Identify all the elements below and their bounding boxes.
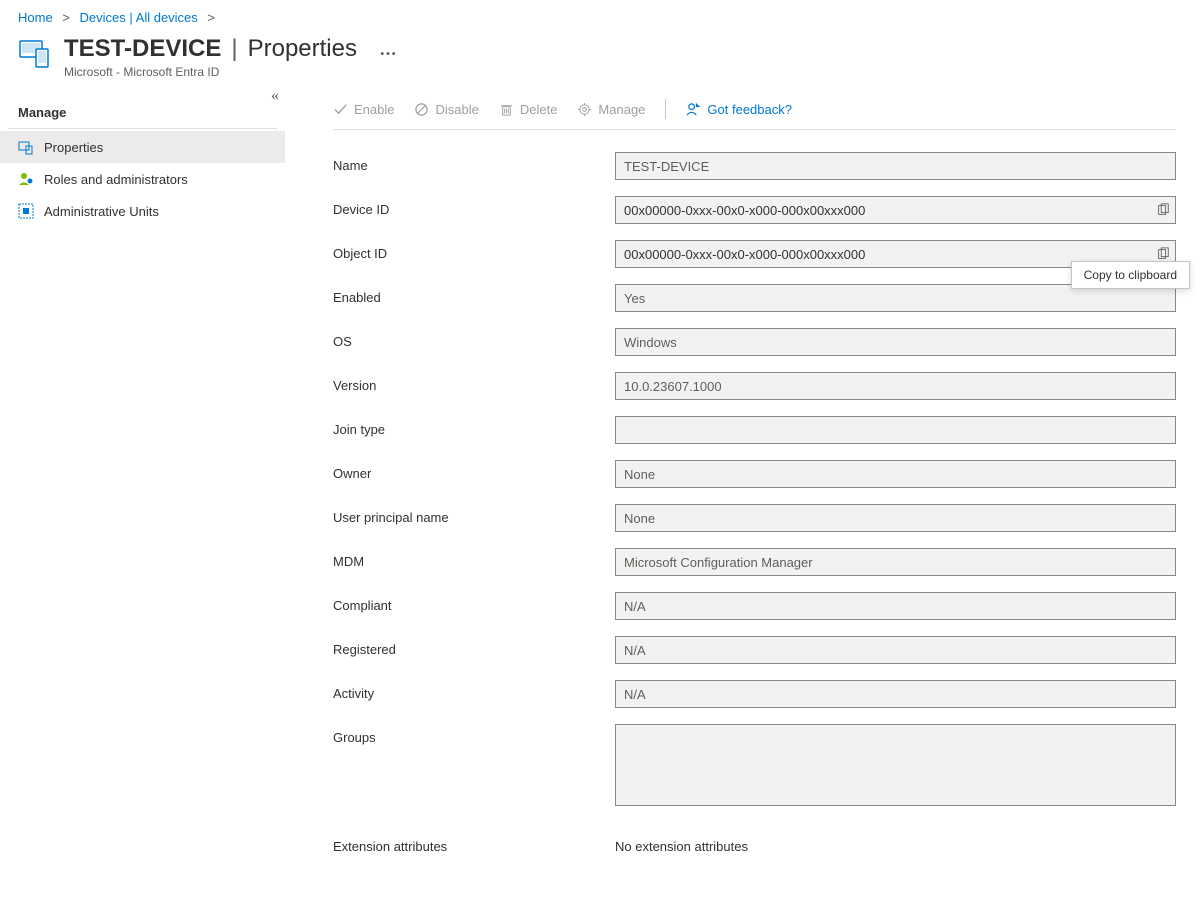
prop-row-groups: Groups (333, 724, 1176, 809)
prop-row-enabled: Enabled (333, 284, 1176, 312)
prop-row-activity: Activity (333, 680, 1176, 708)
sidebar-item-roles[interactable]: Roles and administrators (0, 163, 285, 195)
feedback-button[interactable]: Got feedback? (686, 102, 792, 117)
sidebar: « Manage Properties Roles and administra… (0, 89, 285, 894)
join-type-field[interactable] (615, 416, 1176, 444)
roles-icon (18, 171, 34, 187)
delete-button[interactable]: Delete (499, 102, 558, 117)
breadcrumb-sep: > (207, 10, 215, 25)
main-panel: Enable Disable Delete Manage Got feedbac… (285, 89, 1200, 894)
manage-button[interactable]: Manage (577, 102, 645, 117)
prop-row-upn: User principal name (333, 504, 1176, 532)
breadcrumb-sep: > (62, 10, 70, 25)
checkmark-icon (333, 102, 348, 117)
prohibit-icon (414, 102, 429, 117)
page-title-device: TEST-DEVICE (64, 35, 221, 63)
prop-label: Compliant (333, 592, 603, 613)
prop-label: Activity (333, 680, 603, 701)
prop-label: Extension attributes (333, 833, 603, 854)
trash-icon (499, 102, 514, 117)
prop-label: MDM (333, 548, 603, 569)
sidebar-divider (8, 128, 277, 129)
prop-row-compliant: Compliant (333, 592, 1176, 620)
feedback-icon (686, 102, 701, 117)
prop-label: Enabled (333, 284, 603, 305)
prop-label: Version (333, 372, 603, 393)
page-subtitle: Microsoft - Microsoft Entra ID (64, 65, 403, 79)
activity-field[interactable] (615, 680, 1176, 708)
prop-row-ext-attrs: Extension attributes No extension attrib… (333, 833, 1176, 854)
registered-field[interactable] (615, 636, 1176, 664)
prop-row-object-id: Object ID (333, 240, 1176, 268)
prop-label: User principal name (333, 504, 603, 525)
prop-label: Join type (333, 416, 603, 437)
upn-field[interactable] (615, 504, 1176, 532)
compliant-field[interactable] (615, 592, 1176, 620)
version-field[interactable] (615, 372, 1176, 400)
mdm-field[interactable] (615, 548, 1176, 576)
ext-attrs-value: No extension attributes (615, 833, 748, 854)
prop-label: Object ID (333, 240, 603, 261)
sidebar-item-admin-units[interactable]: Administrative Units (0, 195, 285, 227)
page-header: TEST-DEVICE | Properties … Microsoft - M… (0, 29, 1200, 89)
toolbar-label: Disable (435, 102, 478, 117)
more-actions-button[interactable]: … (373, 39, 403, 60)
sidebar-section-title: Manage (0, 89, 285, 128)
prop-label: Device ID (333, 196, 603, 217)
prop-label: Owner (333, 460, 603, 481)
breadcrumb-home[interactable]: Home (18, 10, 53, 25)
prop-label: OS (333, 328, 603, 349)
prop-row-mdm: MDM (333, 548, 1176, 576)
breadcrumb: Home > Devices | All devices > (0, 0, 1200, 29)
sidebar-item-label: Roles and administrators (44, 172, 188, 187)
sidebar-item-label: Administrative Units (44, 204, 159, 219)
prop-row-device-id: Device ID (333, 196, 1176, 224)
copy-device-id-button[interactable] (1154, 201, 1172, 219)
properties-icon (18, 139, 34, 155)
prop-row-version: Version (333, 372, 1176, 400)
disable-button[interactable]: Disable (414, 102, 478, 117)
copy-icon (1156, 247, 1170, 261)
device-id-field[interactable] (615, 196, 1176, 224)
toolbar-label: Enable (354, 102, 394, 117)
prop-label: Registered (333, 636, 603, 657)
os-field[interactable] (615, 328, 1176, 356)
prop-label: Groups (333, 724, 603, 745)
prop-label: Name (333, 152, 603, 173)
page-title-section: Properties (248, 35, 357, 63)
sidebar-item-properties[interactable]: Properties (0, 131, 285, 163)
toolbar-label: Manage (598, 102, 645, 117)
collapse-sidebar-button[interactable]: « (271, 87, 279, 105)
copy-icon (1156, 203, 1170, 217)
gear-icon (577, 102, 592, 117)
enable-button[interactable]: Enable (333, 102, 394, 117)
toolbar-label: Got feedback? (707, 102, 792, 117)
owner-field[interactable] (615, 460, 1176, 488)
prop-row-owner: Owner (333, 460, 1176, 488)
prop-row-name: Name (333, 152, 1176, 180)
copy-tooltip: Copy to clipboard (1071, 261, 1190, 289)
title-separator: | (231, 35, 237, 63)
prop-row-os: OS (333, 328, 1176, 356)
admin-units-icon (18, 203, 34, 219)
toolbar: Enable Disable Delete Manage Got feedbac… (333, 89, 1176, 130)
prop-row-join-type: Join type (333, 416, 1176, 444)
toolbar-separator (665, 99, 666, 119)
groups-field[interactable] (615, 724, 1176, 806)
breadcrumb-devices[interactable]: Devices | All devices (80, 10, 198, 25)
device-icon (18, 35, 52, 72)
name-field[interactable] (615, 152, 1176, 180)
prop-row-registered: Registered (333, 636, 1176, 664)
toolbar-label: Delete (520, 102, 558, 117)
sidebar-item-label: Properties (44, 140, 103, 155)
properties-form: Name Device ID Object ID (333, 152, 1176, 854)
